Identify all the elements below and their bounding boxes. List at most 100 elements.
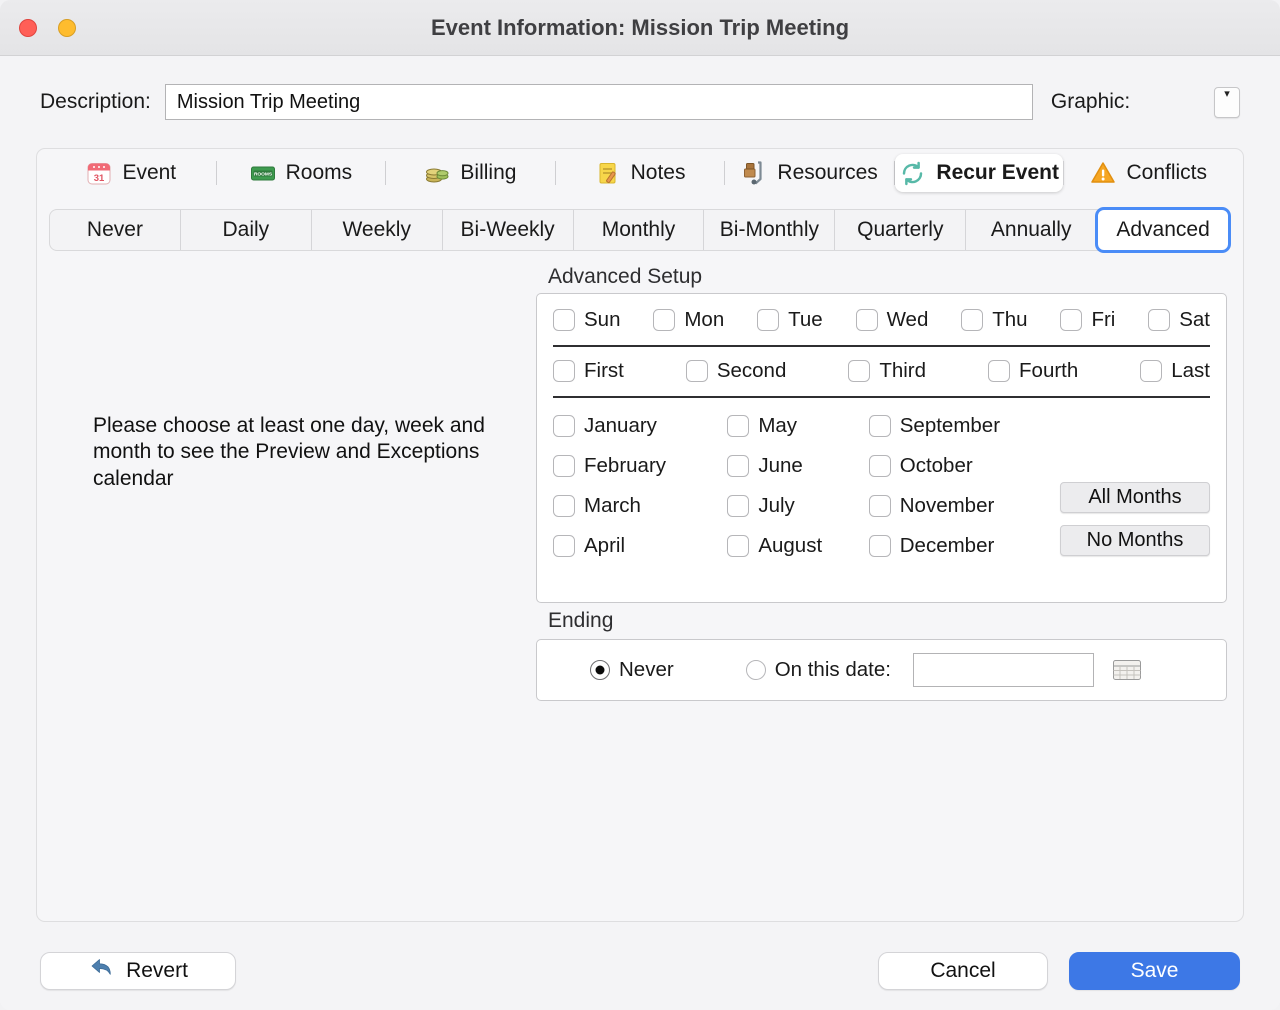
recurrence-tab-bi-weekly[interactable]: Bi-Weekly <box>442 210 573 250</box>
checkbox-february[interactable]: February <box>553 454 727 478</box>
checkbox-label: Fourth <box>1019 359 1078 383</box>
checkbox[interactable] <box>553 309 575 331</box>
checkbox-july[interactable]: July <box>727 494 868 518</box>
checkbox-mon[interactable]: Mon <box>653 308 724 332</box>
checkbox[interactable] <box>727 455 749 477</box>
checkbox-label: Wed <box>887 308 929 332</box>
tab-label: Resources <box>777 161 877 185</box>
checkbox[interactable] <box>553 455 575 477</box>
checkbox[interactable] <box>727 415 749 437</box>
checkbox[interactable] <box>869 415 891 437</box>
close-window-button[interactable] <box>19 19 37 37</box>
minimize-window-button[interactable] <box>58 19 76 37</box>
recurrence-segmented-control: Never Daily Weekly Bi-Weekly Monthly Bi-… <box>49 209 1231 251</box>
advanced-setup-title: Advanced Setup <box>548 265 702 289</box>
graphic-label: Graphic: <box>1051 90 1130 114</box>
save-button[interactable]: Save <box>1069 952 1240 990</box>
checkbox[interactable] <box>727 495 749 517</box>
checkbox-thu[interactable]: Thu <box>961 308 1027 332</box>
checkbox-label: Mon <box>684 308 724 332</box>
radio-selected[interactable] <box>590 660 610 680</box>
ending-never-radio[interactable]: Never <box>590 658 674 682</box>
checkbox[interactable] <box>553 360 575 382</box>
checkbox[interactable] <box>727 535 749 557</box>
tab-recur-event[interactable]: Recur Event <box>895 154 1064 192</box>
checkbox[interactable] <box>988 360 1010 382</box>
all-months-button[interactable]: All Months <box>1060 482 1210 513</box>
recurrence-tab-quarterly[interactable]: Quarterly <box>834 210 965 250</box>
tab-conflicts[interactable]: Conflicts <box>1064 154 1233 192</box>
tab-rooms[interactable]: ROOMS Rooms <box>217 154 386 192</box>
checkbox[interactable] <box>869 455 891 477</box>
recurrence-tab-annually[interactable]: Annually <box>965 210 1096 250</box>
checkbox-label: June <box>758 454 802 478</box>
ending-on-date-radio[interactable]: On this date: <box>746 658 891 682</box>
checkbox-september[interactable]: September <box>869 414 1060 438</box>
no-months-button[interactable]: No Months <box>1060 525 1210 556</box>
recurrence-tab-never[interactable]: Never <box>50 210 180 250</box>
tab-notes[interactable]: Notes <box>556 154 725 192</box>
checkbox-third[interactable]: Third <box>848 359 926 383</box>
checkbox-december[interactable]: December <box>869 534 1060 558</box>
checkbox[interactable] <box>856 309 878 331</box>
checkbox-label: July <box>758 494 794 518</box>
checkbox[interactable] <box>686 360 708 382</box>
cancel-button[interactable]: Cancel <box>878 952 1048 990</box>
checkbox-tue[interactable]: Tue <box>757 308 823 332</box>
radio-unselected[interactable] <box>746 660 766 680</box>
checkbox-june[interactable]: June <box>727 454 868 478</box>
checkbox[interactable] <box>553 415 575 437</box>
description-input[interactable] <box>165 84 1033 120</box>
checkbox[interactable] <box>869 535 891 557</box>
checkbox-fourth[interactable]: Fourth <box>988 359 1078 383</box>
checkbox-sun[interactable]: Sun <box>553 308 620 332</box>
separator <box>553 345 1210 347</box>
warning-icon <box>1090 160 1116 186</box>
checkbox[interactable] <box>757 309 779 331</box>
help-text: Please choose at least one day, week and… <box>93 413 503 492</box>
checkbox-january[interactable]: January <box>553 414 727 438</box>
months-buttons: All Months No Months <box>1060 414 1210 558</box>
checkbox[interactable] <box>848 360 870 382</box>
date-picker-icon[interactable] <box>1112 658 1142 682</box>
checkbox-november[interactable]: November <box>869 494 1060 518</box>
checkbox[interactable] <box>1060 309 1082 331</box>
recurrence-tab-advanced[interactable]: Advanced <box>1095 207 1231 253</box>
checkbox[interactable] <box>961 309 983 331</box>
checkbox[interactable] <box>553 535 575 557</box>
checkbox-april[interactable]: April <box>553 534 727 558</box>
advanced-setup-box: Sun Mon Tue Wed Thu Fri Sat First Second… <box>536 293 1227 603</box>
recurrence-tab-weekly[interactable]: Weekly <box>311 210 442 250</box>
recurrence-tab-monthly[interactable]: Monthly <box>573 210 704 250</box>
tab-resources[interactable]: Resources <box>725 154 894 192</box>
tab-event[interactable]: 31 Event <box>47 154 216 192</box>
tab-billing[interactable]: Billing <box>386 154 555 192</box>
checkbox-last[interactable]: Last <box>1140 359 1210 383</box>
checkbox[interactable] <box>869 495 891 517</box>
ending-date-input[interactable] <box>913 653 1094 687</box>
checkbox[interactable] <box>553 495 575 517</box>
graphic-dropdown-button[interactable]: ▾ <box>1214 87 1240 118</box>
checkbox-fri[interactable]: Fri <box>1060 308 1115 332</box>
days-row: Sun Mon Tue Wed Thu Fri Sat <box>553 308 1210 332</box>
checkbox[interactable] <box>1148 309 1170 331</box>
checkbox-wed[interactable]: Wed <box>856 308 929 332</box>
checkbox-second[interactable]: Second <box>686 359 787 383</box>
checkbox-label: May <box>758 414 797 438</box>
recurrence-tab-bi-monthly[interactable]: Bi-Monthly <box>703 210 834 250</box>
checkbox-label: Last <box>1171 359 1210 383</box>
checkbox[interactable] <box>1140 360 1162 382</box>
checkbox-march[interactable]: March <box>553 494 727 518</box>
checkbox[interactable] <box>653 309 675 331</box>
checkbox-label: Thu <box>992 308 1027 332</box>
checkbox-august[interactable]: August <box>727 534 868 558</box>
checkbox-label: March <box>584 494 641 518</box>
recurrence-tab-daily[interactable]: Daily <box>180 210 311 250</box>
button-label: Revert <box>126 959 188 983</box>
checkbox-first[interactable]: First <box>553 359 624 383</box>
checkbox-may[interactable]: May <box>727 414 868 438</box>
checkbox-october[interactable]: October <box>869 454 1060 478</box>
checkbox-sat[interactable]: Sat <box>1148 308 1210 332</box>
note-pencil-icon <box>595 160 621 186</box>
revert-button[interactable]: Revert <box>40 952 236 990</box>
